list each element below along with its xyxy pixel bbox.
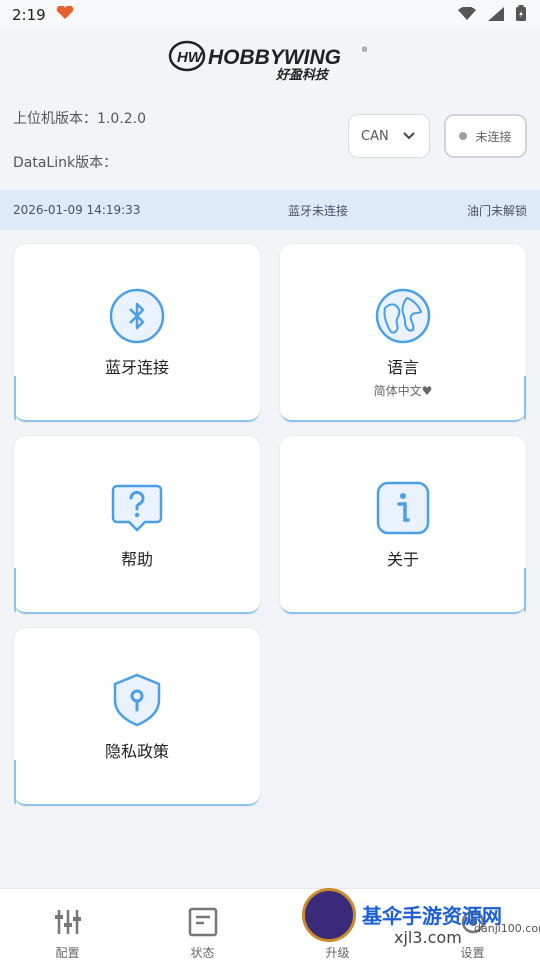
bluetooth-status-text: 蓝牙未连接: [288, 203, 349, 218]
document-icon: [188, 907, 218, 940]
question-bubble-icon: [109, 480, 165, 536]
svg-text:®: ®: [362, 46, 368, 54]
status-bar: 2:19: [0, 0, 540, 30]
svg-text:好盈科技: 好盈科技: [275, 67, 330, 82]
privacy-card-title: 隐私政策: [104, 742, 169, 761]
host-version-value: 1.0.2.0: [97, 111, 146, 127]
bluetooth-card[interactable]: 蓝牙连接: [14, 244, 260, 422]
language-card-title: 语言: [386, 358, 419, 377]
watermark-site2: danji100.com: [474, 922, 540, 935]
tab-status[interactable]: 状态: [135, 889, 270, 960]
globe-icon: [375, 288, 431, 344]
about-card[interactable]: 关于: [280, 436, 526, 614]
host-version: 上位机版本：1.0.2.0: [13, 108, 146, 128]
hobbywing-logo: HW HOBBYWING ® 好盈科技: [0, 30, 540, 88]
svg-text:HW: HW: [177, 49, 204, 66]
host-version-label: 上位机版本：: [13, 111, 97, 127]
tab-config[interactable]: 配置: [0, 889, 135, 960]
can-select-value: CAN: [361, 128, 389, 144]
clock: 2:19: [12, 6, 46, 24]
signal-icon: [488, 6, 504, 25]
shield-keyhole-icon: [109, 672, 165, 728]
language-card[interactable]: 语言 简体中文♥: [280, 244, 526, 422]
tab-config-label: 配置: [55, 946, 80, 960]
connect-button-label: 未连接: [475, 129, 512, 144]
version-info: 上位机版本：1.0.2.0 DataLink版本： CAN 未连接: [0, 88, 540, 188]
privacy-card[interactable]: 隐私政策: [14, 628, 260, 806]
about-card-title: 关于: [386, 550, 419, 569]
bluetooth-card-title: 蓝牙连接: [104, 358, 169, 377]
app-notification-icon: [56, 5, 74, 24]
throttle-status-text: 油门未解锁: [466, 203, 527, 218]
tab-status-label: 状态: [190, 946, 215, 960]
datetime-text: 2026-01-09 14:19:33: [13, 203, 141, 217]
info-icon: [375, 480, 431, 536]
language-current-value: 简体中文♥: [373, 384, 433, 398]
sliders-icon: [53, 907, 83, 940]
help-card-title: 帮助: [120, 550, 153, 569]
can-select[interactable]: CAN: [348, 114, 430, 158]
battery-icon: [516, 5, 526, 25]
chevron-down-icon: [403, 129, 415, 144]
help-card[interactable]: 帮助: [14, 436, 260, 614]
site-watermark: 基伞手游资源网 xjl3.com danji100.com: [302, 888, 540, 960]
svg-text:HOBBYWING: HOBBYWING: [208, 46, 341, 69]
wifi-icon: [458, 5, 476, 25]
bluetooth-icon: [109, 288, 165, 344]
watermark-site: xjl3.com: [394, 928, 462, 947]
status-strip: 2026-01-09 14:19:33 蓝牙未连接 油门未解锁: [0, 190, 540, 230]
datalink-version-label: DataLink版本：: [13, 155, 118, 171]
watermark-logo-icon: [302, 888, 356, 942]
connection-status-dot: [459, 132, 468, 140]
connect-button[interactable]: 未连接: [444, 114, 527, 158]
